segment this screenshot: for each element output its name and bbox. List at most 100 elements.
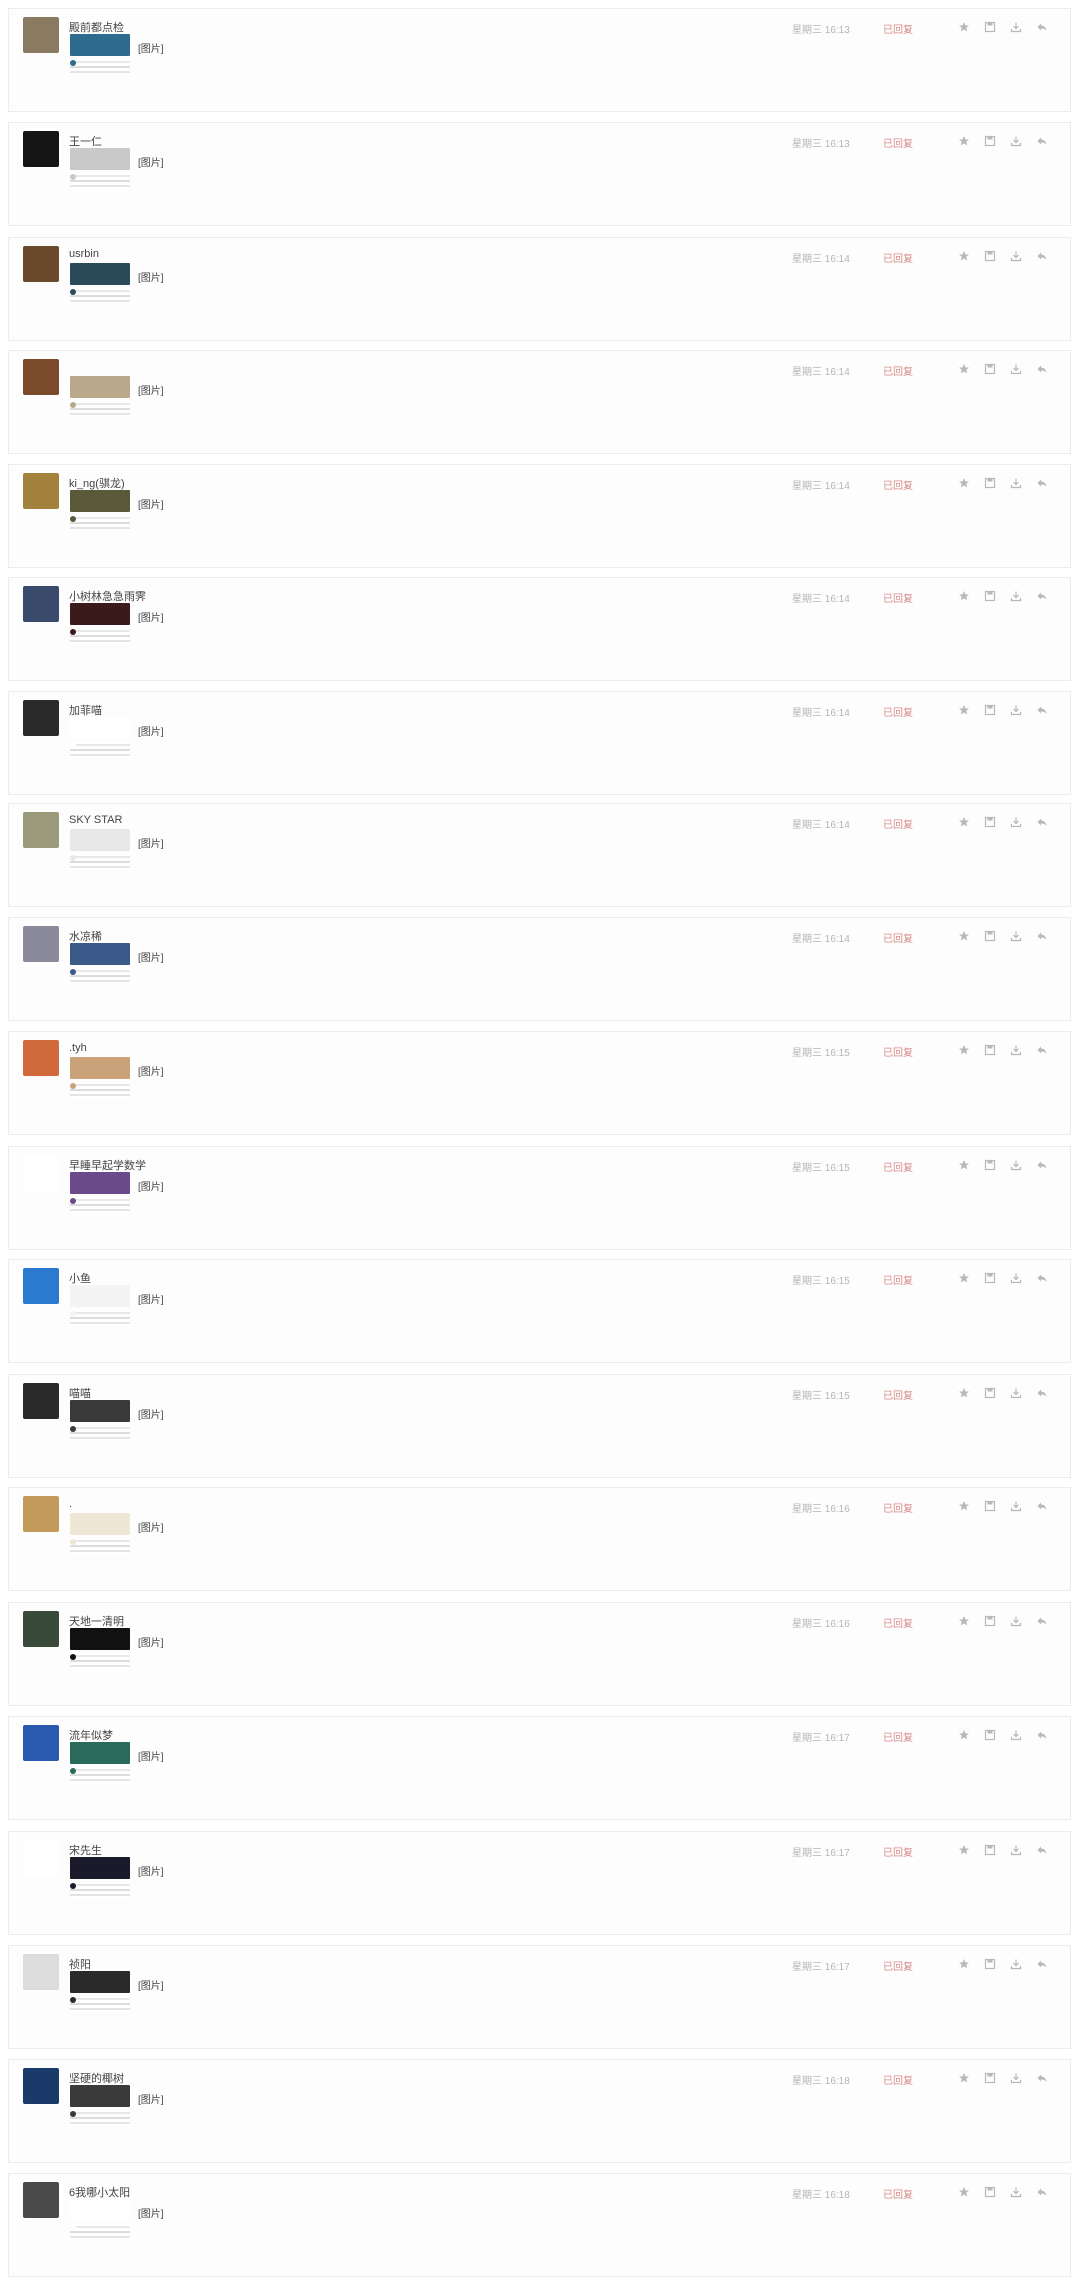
reply-icon[interactable] (1035, 1386, 1049, 1400)
avatar[interactable] (23, 1268, 59, 1304)
avatar[interactable] (23, 2068, 59, 2104)
avatar[interactable] (23, 2182, 59, 2218)
download-icon[interactable] (1009, 1271, 1023, 1285)
avatar[interactable] (23, 586, 59, 622)
avatar[interactable] (23, 1725, 59, 1761)
avatar[interactable] (23, 1383, 59, 1419)
reply-icon[interactable] (1035, 362, 1049, 376)
message-card[interactable]: [图片] 星期三 16:14 已回复 (8, 350, 1071, 454)
image-thumbnail[interactable] (70, 1057, 130, 1079)
message-card[interactable]: 加菲喵 [图片] 星期三 16:14 已回复 (8, 691, 1071, 795)
image-thumbnail[interactable] (70, 1971, 130, 1993)
message-card[interactable]: usrbin [图片] 星期三 16:14 已回复 (8, 237, 1071, 341)
avatar[interactable] (23, 1040, 59, 1076)
reply-icon[interactable] (1035, 134, 1049, 148)
reply-icon[interactable] (1035, 476, 1049, 490)
save-icon[interactable] (983, 2185, 997, 2199)
save-icon[interactable] (983, 1158, 997, 1172)
save-icon[interactable] (983, 134, 997, 148)
message-card[interactable]: . [图片] 星期三 16:16 已回复 (8, 1487, 1071, 1591)
image-thumbnail[interactable] (70, 1742, 130, 1764)
image-thumbnail[interactable] (70, 490, 130, 512)
star-icon[interactable] (957, 1843, 971, 1857)
star-icon[interactable] (957, 362, 971, 376)
star-icon[interactable] (957, 249, 971, 263)
message-card[interactable]: 6我哪小太阳 [图片] 星期三 16:18 已回复 (8, 2173, 1071, 2277)
star-icon[interactable] (957, 476, 971, 490)
star-icon[interactable] (957, 1271, 971, 1285)
save-icon[interactable] (983, 1728, 997, 1742)
reply-icon[interactable] (1035, 929, 1049, 943)
message-card[interactable]: 祯阳 [图片] 星期三 16:17 已回复 (8, 1945, 1071, 2049)
download-icon[interactable] (1009, 476, 1023, 490)
avatar[interactable] (23, 1155, 59, 1191)
avatar[interactable] (23, 17, 59, 53)
reply-icon[interactable] (1035, 1158, 1049, 1172)
reply-icon[interactable] (1035, 703, 1049, 717)
star-icon[interactable] (957, 20, 971, 34)
image-thumbnail[interactable] (70, 34, 130, 56)
download-icon[interactable] (1009, 929, 1023, 943)
star-icon[interactable] (957, 2185, 971, 2199)
image-thumbnail[interactable] (70, 603, 130, 625)
save-icon[interactable] (983, 1271, 997, 1285)
avatar[interactable] (23, 1954, 59, 1990)
save-icon[interactable] (983, 476, 997, 490)
message-card[interactable]: 王一仁 [图片] 星期三 16:13 已回复 (8, 122, 1071, 226)
download-icon[interactable] (1009, 1728, 1023, 1742)
save-icon[interactable] (983, 1843, 997, 1857)
reply-icon[interactable] (1035, 1614, 1049, 1628)
image-thumbnail[interactable] (70, 2199, 130, 2221)
star-icon[interactable] (957, 703, 971, 717)
save-icon[interactable] (983, 1386, 997, 1400)
save-icon[interactable] (983, 1043, 997, 1057)
message-card[interactable]: ki_ng(骐龙) [图片] 星期三 16:14 已回复 (8, 464, 1071, 568)
save-icon[interactable] (983, 929, 997, 943)
reply-icon[interactable] (1035, 815, 1049, 829)
download-icon[interactable] (1009, 589, 1023, 603)
star-icon[interactable] (957, 1499, 971, 1513)
save-icon[interactable] (983, 20, 997, 34)
image-thumbnail[interactable] (70, 1628, 130, 1650)
star-icon[interactable] (957, 134, 971, 148)
star-icon[interactable] (957, 1614, 971, 1628)
star-icon[interactable] (957, 815, 971, 829)
save-icon[interactable] (983, 815, 997, 829)
avatar[interactable] (23, 700, 59, 736)
image-thumbnail[interactable] (70, 263, 130, 285)
save-icon[interactable] (983, 2071, 997, 2085)
reply-icon[interactable] (1035, 589, 1049, 603)
image-thumbnail[interactable] (70, 2085, 130, 2107)
message-card[interactable]: SKY STAR [图片] 星期三 16:14 已回复 (8, 803, 1071, 907)
image-thumbnail[interactable] (70, 829, 130, 851)
reply-icon[interactable] (1035, 249, 1049, 263)
reply-icon[interactable] (1035, 1843, 1049, 1857)
avatar[interactable] (23, 359, 59, 395)
download-icon[interactable] (1009, 1843, 1023, 1857)
image-thumbnail[interactable] (70, 1400, 130, 1422)
save-icon[interactable] (983, 1499, 997, 1513)
reply-icon[interactable] (1035, 2071, 1049, 2085)
reply-icon[interactable] (1035, 20, 1049, 34)
message-card[interactable]: 宋先生 [图片] 星期三 16:17 已回复 (8, 1831, 1071, 1935)
download-icon[interactable] (1009, 1386, 1023, 1400)
reply-icon[interactable] (1035, 1728, 1049, 1742)
download-icon[interactable] (1009, 1614, 1023, 1628)
image-thumbnail[interactable] (70, 717, 130, 739)
download-icon[interactable] (1009, 2071, 1023, 2085)
save-icon[interactable] (983, 249, 997, 263)
reply-icon[interactable] (1035, 1499, 1049, 1513)
star-icon[interactable] (957, 1043, 971, 1057)
message-card[interactable]: .tyh [图片] 星期三 16:15 已回复 (8, 1031, 1071, 1135)
message-card[interactable]: 喵喵 [图片] 星期三 16:15 已回复 (8, 1374, 1071, 1478)
star-icon[interactable] (957, 1957, 971, 1971)
star-icon[interactable] (957, 1158, 971, 1172)
download-icon[interactable] (1009, 703, 1023, 717)
download-icon[interactable] (1009, 1499, 1023, 1513)
image-thumbnail[interactable] (70, 1285, 130, 1307)
reply-icon[interactable] (1035, 2185, 1049, 2199)
download-icon[interactable] (1009, 1957, 1023, 1971)
download-icon[interactable] (1009, 1043, 1023, 1057)
download-icon[interactable] (1009, 134, 1023, 148)
avatar[interactable] (23, 926, 59, 962)
